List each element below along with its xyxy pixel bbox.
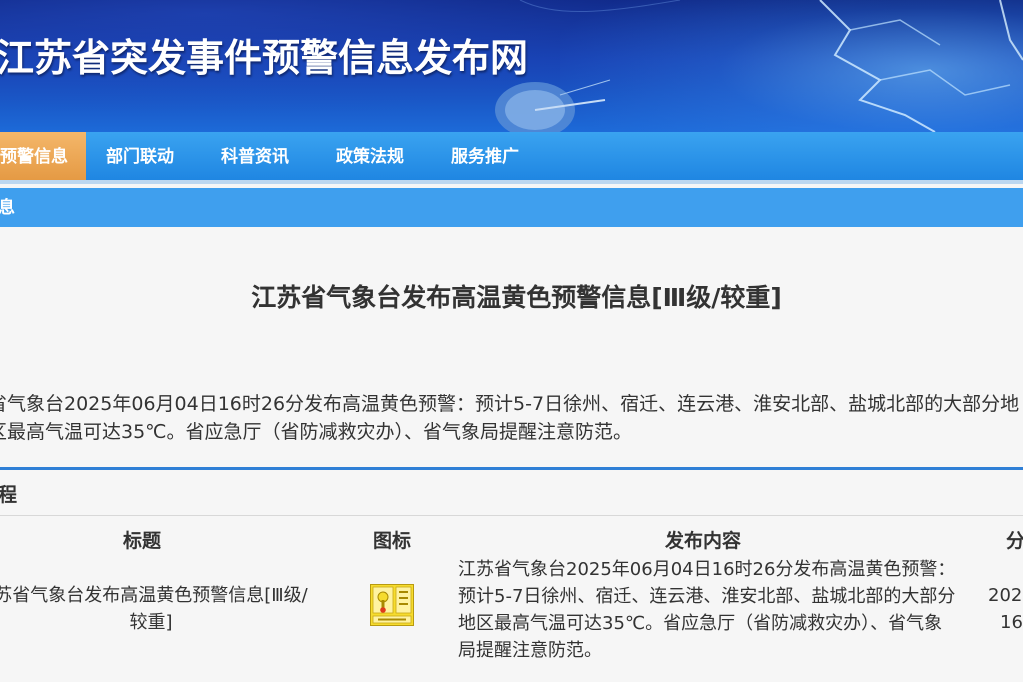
process-heading: 程: [0, 484, 18, 506]
nav-item-warning-info[interactable]: 预警信息: [0, 132, 86, 180]
row-content: 江苏省气象台2025年06月04日16时26分发布高温黄色预警：预计5-7日徐州…: [458, 559, 956, 661]
column-header-icon: 图标: [373, 530, 412, 552]
table-top-border: [0, 515, 1023, 516]
section-divider: [0, 467, 1023, 470]
row-title[interactable]: 苏省气象台发布高温黄色预警信息[Ⅲ级/较重]: [0, 582, 310, 636]
row-time-line2: 16: [1000, 612, 1023, 633]
article-body: 省气象台2025年06月04日16时26分发布高温黄色预警：预计5-7日徐州、宿…: [0, 393, 1020, 443]
nav-item-service-promotion[interactable]: 服务推广: [451, 132, 519, 180]
column-header-content: 发布内容: [665, 530, 742, 552]
section-bar-label: 息: [0, 198, 15, 218]
nav-item-science-news[interactable]: 科普资讯: [221, 132, 289, 180]
high-temperature-yellow-warning-icon: [370, 584, 414, 626]
main-nav: 预警信息 部门联动 科普资讯 政策法规 服务推广: [0, 132, 1023, 180]
row-time: 202 16: [988, 582, 1023, 636]
site-title: 江苏省突发事件预警信息发布网: [0, 36, 529, 80]
nav-divider: [0, 180, 1023, 184]
nav-item-policy-regulations[interactable]: 政策法规: [336, 132, 404, 180]
row-time-line1: 202: [988, 585, 1023, 606]
nav-item-department-linkage[interactable]: 部门联动: [106, 132, 174, 180]
site-banner: 江苏省突发事件预警信息发布网: [0, 0, 1023, 132]
column-header-title: 标题: [123, 530, 162, 552]
section-bar: 息: [0, 188, 1023, 227]
article-title: 江苏省气象台发布高温黄色预警信息[Ⅲ级/较重]: [251, 283, 782, 312]
column-header-time: 分: [1006, 530, 1023, 552]
